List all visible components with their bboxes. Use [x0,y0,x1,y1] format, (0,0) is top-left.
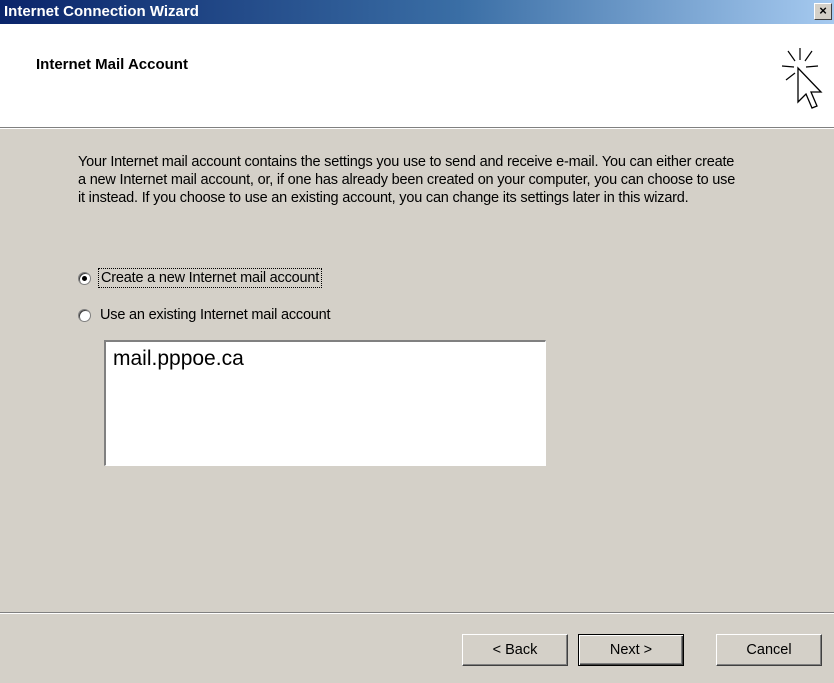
create-new-account-label[interactable]: Create a new Internet mail account [97,268,323,288]
wizard-cursor-icon [781,48,823,109]
next-button[interactable]: Next > [578,634,684,666]
radio-create-new[interactable] [78,271,91,285]
radio-use-existing[interactable] [78,308,91,322]
use-existing-account-option[interactable]: Use an existing Internet mail account [78,307,331,323]
header-panel: Internet Mail Account [0,24,834,128]
back-button[interactable]: < Back [462,634,568,666]
intro-text: Your Internet mail account contains the … [78,154,736,206]
use-existing-account-label[interactable]: Use an existing Internet mail account [100,307,331,323]
title-bar[interactable]: Internet Connection Wizard × [0,0,834,24]
list-item[interactable]: mail.pppoe.ca [113,347,244,371]
header-divider [0,128,834,129]
footer-divider-highlight [0,613,834,614]
existing-accounts-list[interactable]: mail.pppoe.ca [104,340,546,466]
create-new-account-option[interactable]: Create a new Internet mail account [78,268,323,288]
close-button[interactable]: × [814,3,832,20]
cancel-button[interactable]: Cancel [716,634,822,666]
window-title: Internet Connection Wizard [4,3,199,20]
page-title: Internet Mail Account [36,56,188,73]
close-icon: × [819,3,827,18]
